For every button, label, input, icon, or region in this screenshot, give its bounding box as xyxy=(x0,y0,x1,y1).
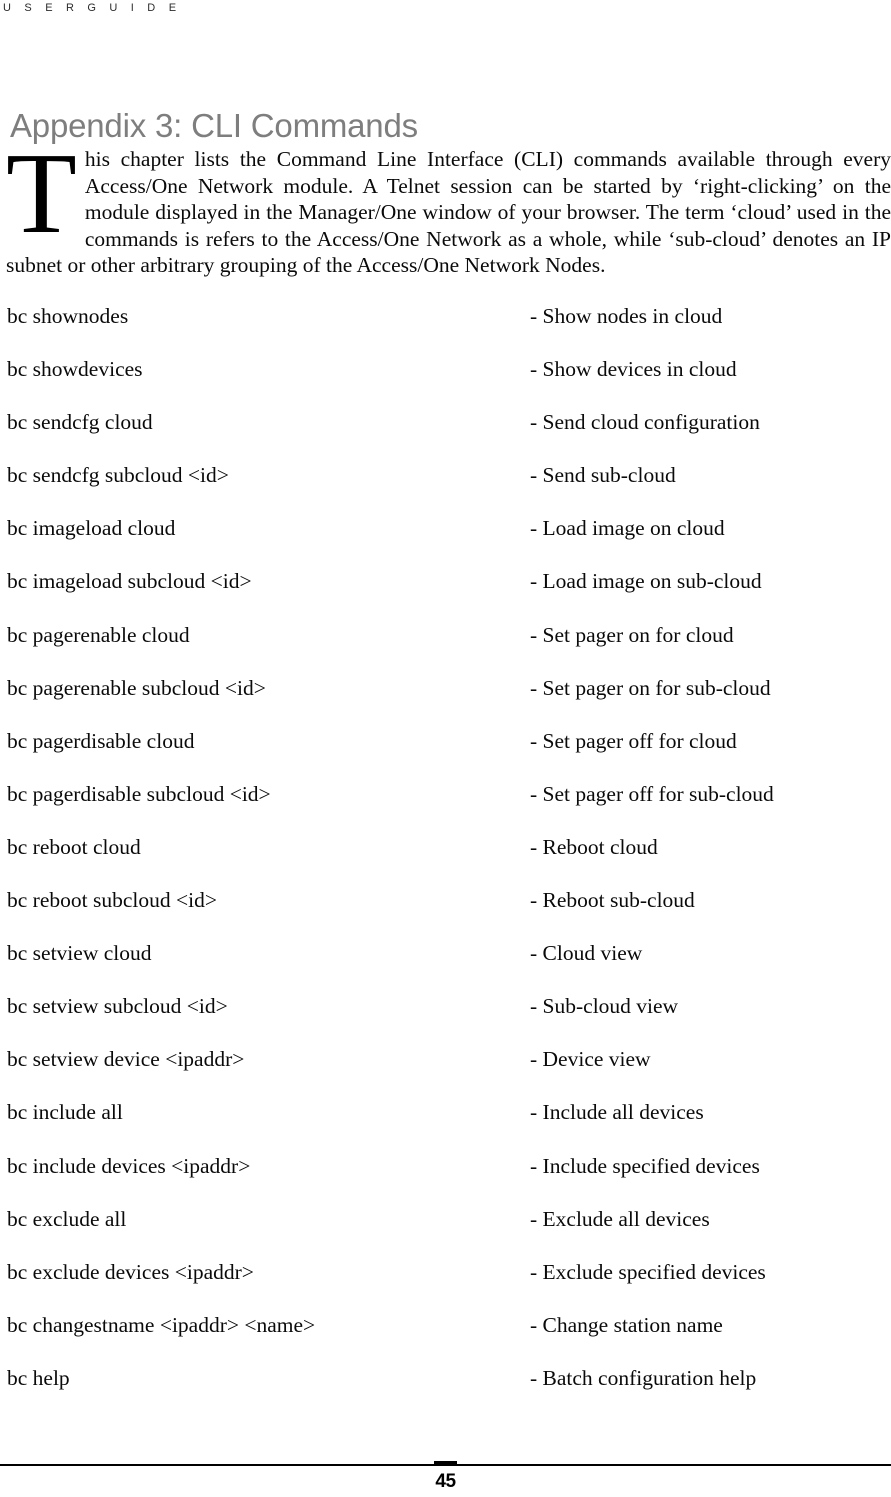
drop-cap: T xyxy=(6,130,77,258)
command-description: - Load image on sub-cloud xyxy=(530,569,762,594)
command-syntax: bc changestname <ipaddr> <name> xyxy=(7,1312,316,1337)
command-syntax: bc include devices <ipaddr> xyxy=(7,1153,251,1178)
command-description: - Sub-cloud view xyxy=(530,994,679,1019)
command-row: bc reboot cloud - Reboot cloud xyxy=(0,834,891,887)
intro-paragraph: T his chapter lists the Command Line Int… xyxy=(6,130,891,279)
command-syntax: bc help xyxy=(7,1365,70,1390)
command-row: bc pagerdisable subcloud <id> - Set pager… xyxy=(0,781,891,834)
command-description: - Reboot cloud xyxy=(530,834,658,859)
intro-body-text: his chapter lists the Command Line Inter… xyxy=(6,147,891,278)
command-description: - Send sub-cloud xyxy=(530,463,676,488)
command-syntax: bc sendcfg subcloud <id> xyxy=(7,463,229,488)
command-row: bc showdevices - Show devices in cloud xyxy=(0,356,891,409)
command-description: - Include specified devices xyxy=(530,1153,760,1178)
command-description: - Load image on cloud xyxy=(530,516,725,541)
command-syntax: bc imageload subcloud <id> xyxy=(7,569,252,594)
command-syntax: bc reboot subcloud <id> xyxy=(7,888,217,913)
footer-center-tick xyxy=(434,1461,457,1466)
command-row: bc sendcfg cloud - Send cloud configurati… xyxy=(0,409,891,462)
command-description: - Include all devices xyxy=(530,1100,704,1125)
command-row: bc pagerenable cloud - Set pager on for c… xyxy=(0,622,891,675)
command-description: - Send cloud configuration xyxy=(530,410,760,435)
command-row: bc imageload subcloud <id> - Load image o… xyxy=(0,568,891,621)
command-row: bc help - Batch configuration help xyxy=(0,1365,891,1418)
command-row: bc include all - Include all devices xyxy=(0,1099,891,1152)
command-row: bc imageload cloud - Load image on cloud xyxy=(0,515,891,568)
command-syntax: bc pagerenable subcloud <id> xyxy=(7,675,266,700)
command-description: - Exclude specified devices xyxy=(530,1259,766,1284)
command-description: - Change station name xyxy=(530,1312,723,1337)
command-syntax: bc exclude devices <ipaddr> xyxy=(7,1259,254,1284)
command-syntax: bc pagerenable cloud xyxy=(7,622,190,647)
command-description: - Reboot sub-cloud xyxy=(530,888,695,913)
command-syntax: bc setview cloud xyxy=(7,941,152,966)
command-syntax: bc setview subcloud <id> xyxy=(7,994,228,1019)
command-description: - Set pager off for cloud xyxy=(530,728,737,753)
command-syntax: bc include all xyxy=(7,1100,123,1125)
command-row: bc exclude all - Exclude all devices xyxy=(0,1206,891,1259)
command-syntax: bc pagerdisable cloud xyxy=(7,728,195,753)
command-row: bc exclude devices <ipaddr> - Exclude spe… xyxy=(0,1259,891,1312)
page-footer: 45 xyxy=(0,1451,891,1497)
command-description: - Batch configuration help xyxy=(530,1365,757,1390)
command-row: bc include devices <ipaddr> - Include spe… xyxy=(0,1153,891,1206)
command-row: bc pagerenable subcloud <id> - Set pager … xyxy=(0,675,891,728)
command-description: - Show devices in cloud xyxy=(530,357,737,382)
command-description: - Set pager on for cloud xyxy=(530,622,734,647)
command-description: - Set pager on for sub-cloud xyxy=(530,675,771,700)
command-syntax: bc shownodes xyxy=(7,304,129,328)
command-syntax: bc showdevices xyxy=(7,357,143,382)
cli-command-list: bc shownodes - Show nodes in cloud bc show… xyxy=(0,303,891,1418)
command-description: - Device view xyxy=(530,1047,651,1072)
document-page: U S E R G U I D E Appendix 3: CLI Comman… xyxy=(0,0,891,1497)
command-description: - Set pager off for sub-cloud xyxy=(530,781,774,806)
command-description: - Exclude all devices xyxy=(530,1206,710,1231)
command-row: bc setview cloud - Cloud view xyxy=(0,940,891,993)
command-row: bc changestname <ipaddr> <name> - Change … xyxy=(0,1312,891,1365)
command-syntax: bc pagerdisable subcloud <id> xyxy=(7,781,271,806)
command-row: bc pagerdisable cloud - Set pager off for… xyxy=(0,728,891,781)
command-row: bc sendcfg subcloud <id> - Send sub-cloud xyxy=(0,462,891,515)
command-syntax: bc sendcfg cloud xyxy=(7,410,153,435)
command-syntax: bc setview device <ipaddr> xyxy=(7,1047,245,1072)
command-description: - Show nodes in cloud xyxy=(530,304,723,328)
command-description: - Cloud view xyxy=(530,941,643,966)
command-row: bc shownodes - Show nodes in cloud xyxy=(0,303,891,356)
command-syntax: bc exclude all xyxy=(7,1206,127,1231)
command-row: bc reboot subcloud <id> - Reboot sub-clou… xyxy=(0,887,891,940)
running-header: U S E R G U I D E xyxy=(3,2,182,14)
command-syntax: bc imageload cloud xyxy=(7,516,176,541)
page-number: 45 xyxy=(435,1471,456,1492)
command-syntax: bc reboot cloud xyxy=(7,834,141,859)
command-row: bc setview device <ipaddr> - Device view xyxy=(0,1046,891,1099)
command-row: bc setview subcloud <id> - Sub-cloud view xyxy=(0,993,891,1046)
